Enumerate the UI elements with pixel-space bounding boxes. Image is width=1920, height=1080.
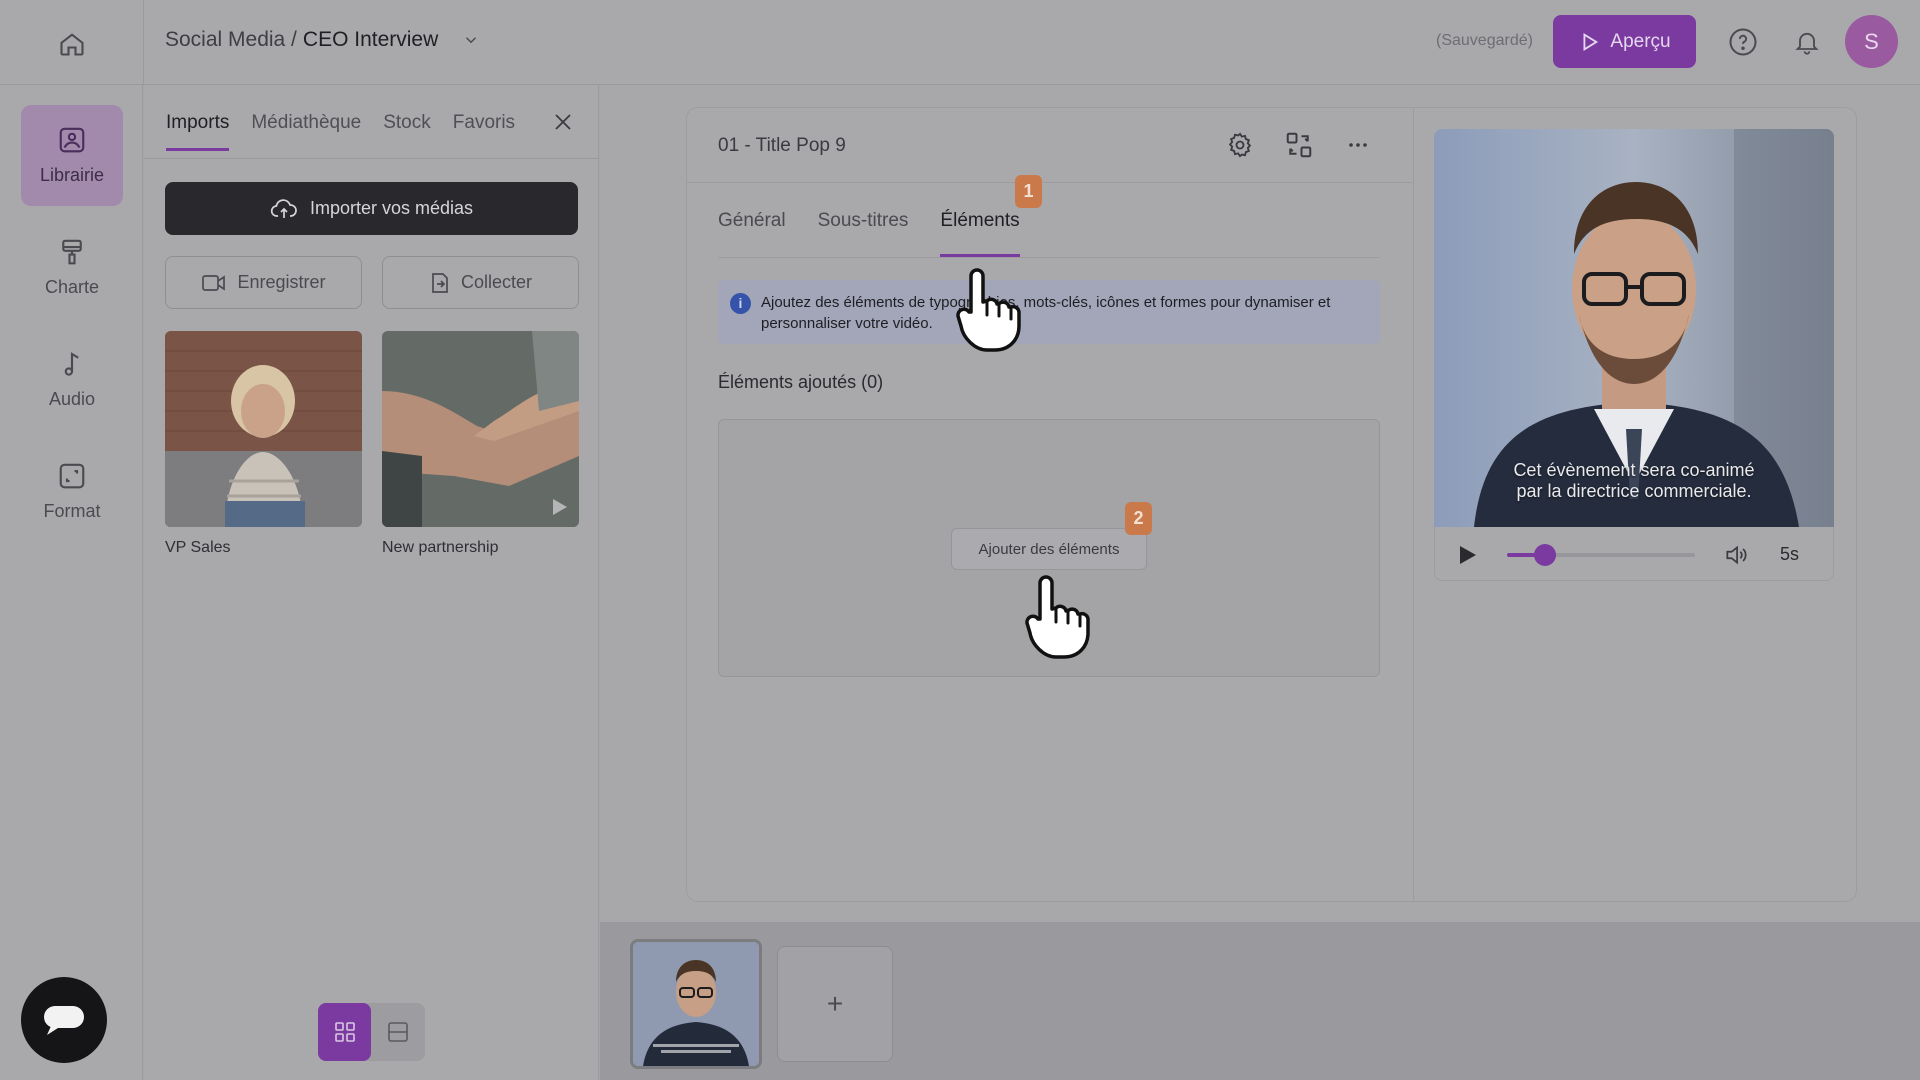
help-button[interactable] <box>1725 24 1761 60</box>
rail-item-charte[interactable]: Charte <box>21 217 123 318</box>
breadcrumb[interactable]: Social Media / CEO Interview <box>165 28 480 52</box>
chat-button[interactable] <box>21 977 107 1063</box>
library-tabs: Imports Médiathèque Stock Favoris <box>166 112 515 151</box>
tabs-divider <box>718 257 1380 258</box>
notifications-button[interactable] <box>1789 24 1825 60</box>
info-text: Ajoutez des éléments de typographies, mo… <box>761 294 1331 332</box>
record-button[interactable]: Enregistrer <box>165 256 362 309</box>
import-label: Importer vos médias <box>309 198 474 218</box>
tab-imports[interactable]: Imports <box>166 112 230 151</box>
tabs-divider <box>144 158 599 159</box>
subtitle-line-2: par la directrice commerciale. <box>1516 481 1752 501</box>
view-toggle <box>318 1003 425 1061</box>
scene-settings-button[interactable] <box>1223 128 1257 162</box>
preview-label: Aperçu <box>1610 30 1671 52</box>
video-camera-icon <box>202 274 226 291</box>
step-badge-2: 2 <box>1125 502 1152 535</box>
scene-title: 01 - Title Pop 9 <box>718 135 846 156</box>
rail-item-format[interactable]: Format <box>21 441 123 542</box>
resize-icon <box>59 463 85 489</box>
tab-general[interactable]: Général <box>718 210 786 257</box>
rail-item-librairie[interactable]: Librairie <box>21 105 123 206</box>
tab-favoris[interactable]: Favoris <box>453 112 515 151</box>
media-label: New partnership <box>382 539 499 556</box>
preview-button[interactable]: Aperçu <box>1553 15 1696 68</box>
progress-handle[interactable] <box>1533 544 1556 566</box>
save-status: (Sauvegardé) <box>1436 32 1533 49</box>
add-scene-button[interactable]: + <box>777 946 893 1062</box>
info-banner: i Ajoutez des éléments de typographies, … <box>718 280 1380 344</box>
scene-thumbnail-image <box>633 942 759 1066</box>
rail-item-audio[interactable]: Audio <box>21 329 123 430</box>
scene-thumbnail-1[interactable] <box>630 939 762 1069</box>
added-elements-title: Éléments ajoutés (0) <box>718 372 884 392</box>
rail-label: Librairie <box>39 165 105 185</box>
subtitle-line-1: Cet évènement sera co-animé <box>1513 460 1755 480</box>
top-divider <box>143 0 144 85</box>
more-options-button[interactable] <box>1341 128 1375 162</box>
volume-icon[interactable] <box>1723 542 1749 568</box>
grid-view-button[interactable] <box>318 1003 371 1061</box>
video-player-controls: 5s <box>1434 527 1834 581</box>
import-media-button[interactable]: Importer vos médias <box>165 182 578 235</box>
play-icon[interactable] <box>1455 543 1479 567</box>
brush-icon <box>62 239 82 265</box>
help-icon <box>1729 28 1757 56</box>
user-avatar[interactable]: S <box>1845 15 1898 68</box>
duration-label: 5s <box>1780 544 1800 564</box>
collect-label: Collecter <box>460 272 533 292</box>
swap-icon <box>1286 132 1312 158</box>
music-note-icon <box>64 352 79 376</box>
image-icon <box>59 127 85 153</box>
home-icon <box>60 33 84 56</box>
play-icon <box>553 499 567 515</box>
rail-label: Format <box>43 501 101 521</box>
woman-portrait-image <box>165 331 362 527</box>
list-icon <box>387 1022 408 1042</box>
card-divider <box>1413 108 1414 901</box>
tab-stock[interactable]: Stock <box>383 112 431 151</box>
more-horizontal-icon <box>1349 143 1367 147</box>
step-badge-1: 1 <box>1015 175 1042 208</box>
swap-scene-button[interactable] <box>1282 128 1316 162</box>
grid-icon <box>334 1022 355 1042</box>
collect-button[interactable]: Collecter <box>382 256 579 309</box>
play-icon <box>1583 32 1599 51</box>
add-elements-button[interactable]: Ajouter des éléments <box>951 528 1147 570</box>
home-button[interactable] <box>50 22 94 66</box>
bell-icon <box>1795 32 1819 55</box>
editor-tabs: Général Sous-titres Éléments <box>718 210 1020 257</box>
library-panel: Imports Médiathèque Stock Favoris Import… <box>144 85 599 1080</box>
handshake-image <box>382 331 579 527</box>
breadcrumb-folder[interactable]: Social Media / <box>165 28 297 52</box>
media-thumb-new-partnership[interactable] <box>382 331 579 527</box>
collect-icon <box>432 272 448 293</box>
chevron-down-icon[interactable] <box>462 31 480 49</box>
rail-label: Charte <box>44 277 100 297</box>
cloud-upload-icon <box>270 198 297 218</box>
tab-mediatheque[interactable]: Médiathèque <box>251 112 361 151</box>
chat-icon <box>44 1006 84 1035</box>
breadcrumb-project[interactable]: CEO Interview <box>303 28 438 52</box>
video-subtitle: Cet évènement sera co-animé par la direc… <box>1434 460 1834 502</box>
media-thumb-vp-sales[interactable] <box>165 331 362 527</box>
info-icon: i <box>730 293 751 314</box>
gear-icon <box>1228 132 1252 158</box>
list-view-button[interactable] <box>371 1003 424 1061</box>
close-panel-button[interactable] <box>548 107 578 137</box>
tab-sous-titres[interactable]: Sous-titres <box>818 210 909 257</box>
tab-elements[interactable]: Éléments <box>940 210 1020 257</box>
card-header-divider <box>687 182 1413 183</box>
rail-label: Audio <box>48 389 96 409</box>
close-icon <box>555 114 571 130</box>
record-label: Enregistrer <box>237 272 326 292</box>
media-label: VP Sales <box>165 539 231 556</box>
